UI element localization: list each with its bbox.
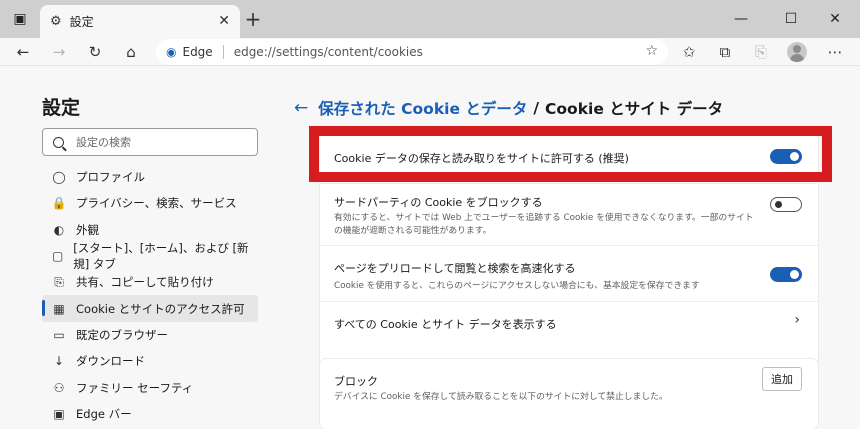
address-bar[interactable]: ◉ Edge edge://settings/content/cookies ☆ — [156, 39, 668, 65]
family-icon: ⚇ — [53, 380, 65, 395]
sidebar-item-label: Cookie とサイトのアクセス許可 — [76, 301, 245, 316]
block-third-party-label: サードパーティの Cookie をブロックする — [334, 196, 543, 209]
block-third-party-toggle[interactable] — [770, 197, 802, 212]
settings-main: ← 保存された Cookie とデータ / Cookie とサイト データ Co… — [268, 67, 860, 429]
sidebar-item-label: Edge バー — [76, 406, 132, 421]
download-icon: ↓ — [53, 354, 65, 369]
sidebar-item-edge-bar[interactable]: ▣ Edge バー — [42, 401, 258, 427]
minimize-button[interactable]: — — [718, 0, 764, 38]
sidebar-item-label: プロファイル — [76, 170, 145, 185]
edge-bar-icon: ▣ — [53, 406, 65, 421]
toolbar: ← → ↻ ⌂ ◉ Edge edge://settings/content/c… — [0, 38, 860, 66]
block-description: デバイスに Cookie を保存して読み取ることを以下のサイトに対して禁止しまし… — [334, 392, 668, 402]
sidebar-item-label: 共有、コピーして貼り付け — [76, 275, 214, 290]
address-separator — [222, 45, 224, 59]
setting-row-block-third-party: サードパーティの Cookie をブロックする 有効にすると、サイトでは Web… — [320, 184, 818, 246]
sidebar-item-label: ファミリー セーフティ — [76, 380, 194, 395]
sidebar-item-profiles[interactable]: ◯ プロファイル — [42, 164, 258, 190]
tab-title: 設定 — [69, 15, 94, 29]
settings-search-input[interactable] — [76, 135, 246, 149]
home-button[interactable]: ⌂ — [116, 38, 146, 66]
allow-cookies-toggle[interactable] — [770, 149, 802, 164]
chevron-right-icon: › — [794, 312, 800, 328]
setting-row-preload: ページをプリロードして閲覧と検索を高速化する Cookie を使用すると、これら… — [320, 246, 818, 302]
more-menu-icon[interactable]: ⋯ — [820, 38, 850, 66]
tab-strip: ▣ ⚙ 設定 ✕ + — ☐ ✕ — [0, 0, 860, 38]
tab-actions-icon[interactable]: ▣ — [0, 0, 40, 38]
breadcrumb-separator: / — [533, 99, 540, 117]
sidebar-item-default-browser[interactable]: ▭ 既定のブラウザー — [42, 322, 258, 348]
breadcrumb-parent-link[interactable]: 保存された Cookie とデータ — [318, 97, 527, 119]
preload-description: Cookie を使用すると、これらのページにアクセスしない場合にも、基本設定を保… — [334, 281, 700, 291]
favorites-icon[interactable]: ✩ — [674, 38, 704, 66]
settings-search[interactable] — [42, 128, 258, 156]
lock-icon: 🔒 — [51, 196, 67, 211]
refresh-button[interactable]: ↻ — [80, 38, 110, 66]
tab-settings[interactable]: ⚙ 設定 ✕ — [40, 5, 240, 38]
settings-nav: ◯ プロファイル 🔒 プライバシー、検索、サービス ◐ 外観 ▢ [スタート]、… — [42, 164, 258, 427]
profile-avatar[interactable] — [787, 42, 807, 62]
add-favorite-icon[interactable]: ☆ — [645, 43, 658, 59]
address-url[interactable]: edge://settings/content/cookies — [234, 45, 423, 59]
breadcrumb: ← 保存された Cookie とデータ / Cookie とサイト データ — [294, 97, 723, 119]
see-all-cookies-label: すべての Cookie とサイト データを表示する — [334, 318, 557, 331]
new-tab-button[interactable]: + — [242, 7, 264, 31]
gear-icon: ⚙ — [50, 14, 62, 29]
sidebar-item-family-safety[interactable]: ⚇ ファミリー セーフティ — [42, 374, 258, 400]
preload-toggle[interactable] — [770, 267, 802, 282]
block-section-card: ブロック デバイスに Cookie を保存して読み取ることを以下のサイトに対して… — [320, 359, 818, 429]
forward-button[interactable]: → — [44, 38, 74, 66]
sidebar-item-label: プライバシー、検索、サービス — [76, 196, 237, 211]
appearance-icon: ◐ — [53, 222, 65, 237]
back-button[interactable]: ← — [8, 38, 38, 66]
preload-label: ページをプリロードして閲覧と検索を高速化する — [334, 262, 576, 275]
settings-sidebar: 設定 ◯ プロファイル 🔒 プライバシー、検索、サービス ◐ 外観 ▢ [スター… — [0, 67, 268, 429]
setting-row-allow-cookies: Cookie データの保存と読み取りをサイトに許可する (推奨) — [320, 128, 818, 184]
share-icon: ⎘ — [54, 274, 64, 289]
window-close-button[interactable]: ✕ — [812, 0, 858, 38]
sidebar-item-label: [スタート]、[ホーム]、および [新規] タブ — [73, 241, 249, 272]
sidebar-item-start-home-newtab[interactable]: ▢ [スタート]、[ホーム]、および [新規] タブ — [42, 241, 258, 272]
sidebar-item-label: 外観 — [76, 222, 99, 237]
sidebar-item-cookies-site-permissions[interactable]: ▦ Cookie とサイトのアクセス許可 — [42, 295, 258, 322]
site-permissions-icon: ▦ — [53, 301, 65, 316]
allow-cookies-label: Cookie データの保存と読み取りをサイトに許可する (推奨) — [334, 152, 629, 165]
sidebar-item-appearance[interactable]: ◐ 外観 — [42, 217, 258, 243]
maximize-button[interactable]: ☐ — [768, 0, 814, 38]
add-block-site-button[interactable]: 追加 — [762, 367, 802, 391]
back-arrow-icon[interactable]: ← — [294, 98, 308, 118]
settings-title: 設定 — [42, 97, 81, 119]
sidebar-item-label: 既定のブラウザー — [76, 327, 168, 342]
sidebar-item-privacy[interactable]: 🔒 プライバシー、検索、サービス — [42, 190, 258, 216]
tab-close-icon[interactable]: ✕ — [218, 13, 230, 29]
sidebar-item-label: ダウンロード — [76, 354, 145, 369]
search-icon — [53, 136, 64, 148]
sidebar-item-downloads[interactable]: ↓ ダウンロード — [42, 348, 258, 374]
edge-logo-icon: ◉ — [166, 45, 177, 59]
address-brand: Edge — [182, 45, 213, 59]
browser-icon: ▭ — [53, 327, 65, 342]
page-title: Cookie とサイト データ — [545, 100, 724, 118]
sidebar-item-share-copy-paste[interactable]: ⎘ 共有、コピーして貼り付け — [42, 269, 258, 295]
screenshot-icon[interactable]: ⎘ — [746, 38, 776, 66]
block-third-party-description: 有効にすると、サイトでは Web 上でユーザーを追跡する Cookie を使用で… — [334, 213, 754, 236]
block-title: ブロック — [334, 375, 378, 388]
person-icon: ◯ — [52, 170, 66, 185]
cookie-settings-card: Cookie データの保存と読み取りをサイトに許可する (推奨) サードパーティ… — [320, 128, 818, 398]
see-all-cookies-row[interactable]: すべての Cookie とサイト データを表示する › — [320, 302, 818, 344]
collections-icon[interactable]: ⧉ — [710, 38, 740, 66]
home-tab-icon: ▢ — [51, 249, 64, 264]
